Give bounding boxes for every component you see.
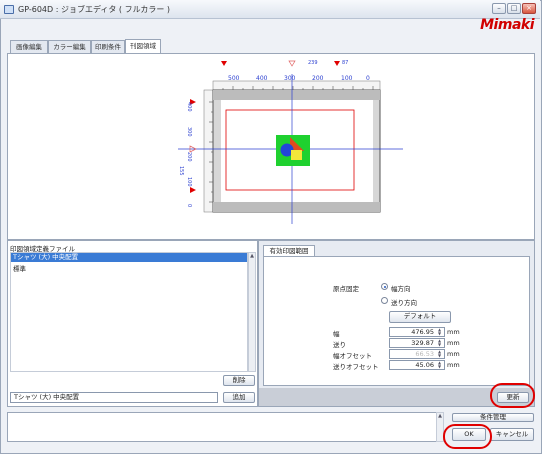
top-ruler-tick-1: 500 (228, 75, 240, 82)
message-area (7, 412, 444, 442)
radio-feed-label: 送り方向 (391, 299, 417, 307)
feed-field[interactable]: 329.87 ▲ ▼ (389, 338, 445, 348)
message-scroll-up-arrow[interactable]: ▲ (438, 413, 442, 419)
feed-offset-field[interactable]: 45.06 ▲ ▼ (389, 360, 445, 370)
feed-spinner[interactable]: ▲ ▼ (436, 339, 443, 347)
list-item[interactable]: 標準 (13, 263, 26, 273)
feed-offset-spinner[interactable]: ▲ ▼ (436, 361, 443, 369)
platen-bottom-band (213, 202, 380, 212)
left-ruler-tick-4: 100 (186, 177, 192, 187)
maximize-button[interactable]: □ (507, 3, 521, 14)
radio-width-label: 幅方向 (391, 285, 411, 293)
mimaki-logo: Mimaki (480, 17, 534, 33)
cancel-button[interactable]: キャンセル (490, 428, 534, 441)
right-offset-marker (334, 61, 340, 66)
width-value: 476.95 (411, 328, 434, 336)
width-offset-unit: mm (447, 350, 460, 358)
definition-list[interactable]: Tシャツ (大) 中央配置 標準 (10, 252, 248, 372)
top-ruler-tick-6: 0 (366, 75, 370, 82)
print-area-definition-panel: 印図領域定義ファイル Tシャツ (大) 中央配置 標準 ▲ 削除 Tシャツ (大… (7, 240, 258, 407)
width-offset-spinner: ▲ ▼ (437, 349, 442, 358)
app-icon (4, 5, 14, 14)
left-ruler (203, 89, 214, 213)
width-field[interactable]: 476.95 ▲ ▼ (389, 327, 445, 337)
top-marker-label-1: 239 (308, 60, 318, 66)
platen-top-band (213, 90, 380, 100)
origin-fixed-label: 原点固定 (333, 285, 359, 293)
scroll-up-arrow[interactable]: ▲ (249, 253, 255, 259)
width-spinner[interactable]: ▲ ▼ (436, 328, 443, 336)
feed-value: 329.87 (411, 339, 434, 347)
width-offset-field: 66.53 ▲ ▼ (389, 349, 445, 359)
left-ruler-tick-5: 0 (186, 204, 192, 208)
feed-label: 送り (333, 341, 346, 349)
radio-width-direction[interactable] (381, 283, 388, 290)
tab-print-area[interactable]: 刊図領域 (125, 39, 161, 54)
tab-color-edit[interactable]: カラー編集 (48, 40, 91, 53)
top-ruler (212, 80, 381, 91)
print-area-preview: 239 87 500 400 300 200 100 0 400 300 200… (7, 53, 535, 240)
effective-area-panel: 有効印図範囲 原点固定 幅方向 送り方向 デフォルト 幅 476.95 ▲ ▼ mm… (258, 240, 535, 408)
left-ruler-tick-3: 200 (186, 152, 192, 162)
width-unit: mm (447, 328, 460, 336)
definition-name-input[interactable]: Tシャツ (大) 中央配置 (10, 392, 218, 403)
condition-management-button[interactable]: 条件管理 (452, 413, 534, 422)
list-scrollbar[interactable]: ▲ (248, 252, 256, 372)
default-button[interactable]: デフォルト (389, 311, 451, 323)
ok-button-highlight (443, 424, 492, 449)
top-marker-label-2: 87 (342, 60, 349, 66)
preview-canvas (178, 60, 403, 224)
list-item[interactable]: Tシャツ (大) 中央配置 (11, 253, 247, 262)
tab-image-edit[interactable]: 画像編集 (10, 40, 48, 53)
top-ruler-tick-3: 300 (284, 75, 296, 82)
feed-offset-value: 45.06 (415, 361, 434, 369)
delete-button[interactable]: 削除 (223, 375, 255, 386)
radio-feed-direction[interactable] (381, 297, 388, 304)
center-marker (288, 60, 296, 67)
window-title: GP-604D : ジョブエディタ ( フルカラー ) (18, 5, 171, 14)
feed-offset-marker (190, 187, 196, 193)
left-edge-marker (221, 61, 227, 66)
tab-effective-area[interactable]: 有効印図範囲 (263, 245, 315, 256)
top-ruler-tick-4: 200 (312, 75, 324, 82)
update-button-highlight (490, 383, 535, 408)
feed-offset-unit: mm (447, 361, 460, 369)
top-ruler-tick-5: 100 (341, 75, 353, 82)
top-ruler-tick-2: 400 (256, 75, 268, 82)
left-ruler-tick-2: 300 (186, 127, 192, 137)
width-offset-value: 66.53 (415, 350, 434, 358)
tab-print-conditions[interactable]: 印刷条件 (91, 40, 125, 53)
feed-offset-label: 送りオフセット (333, 363, 379, 371)
minimize-button[interactable]: – (492, 3, 506, 14)
width-offset-label: 幅オフセット (333, 352, 372, 360)
image-yellow-square (291, 150, 302, 160)
close-button[interactable]: × (522, 3, 536, 14)
width-label: 幅 (333, 330, 340, 338)
left-value-label: 155 (178, 166, 184, 176)
add-button[interactable]: 追加 (223, 392, 255, 403)
feed-unit: mm (447, 339, 460, 347)
left-ruler-tick-1: 400 (186, 102, 192, 112)
